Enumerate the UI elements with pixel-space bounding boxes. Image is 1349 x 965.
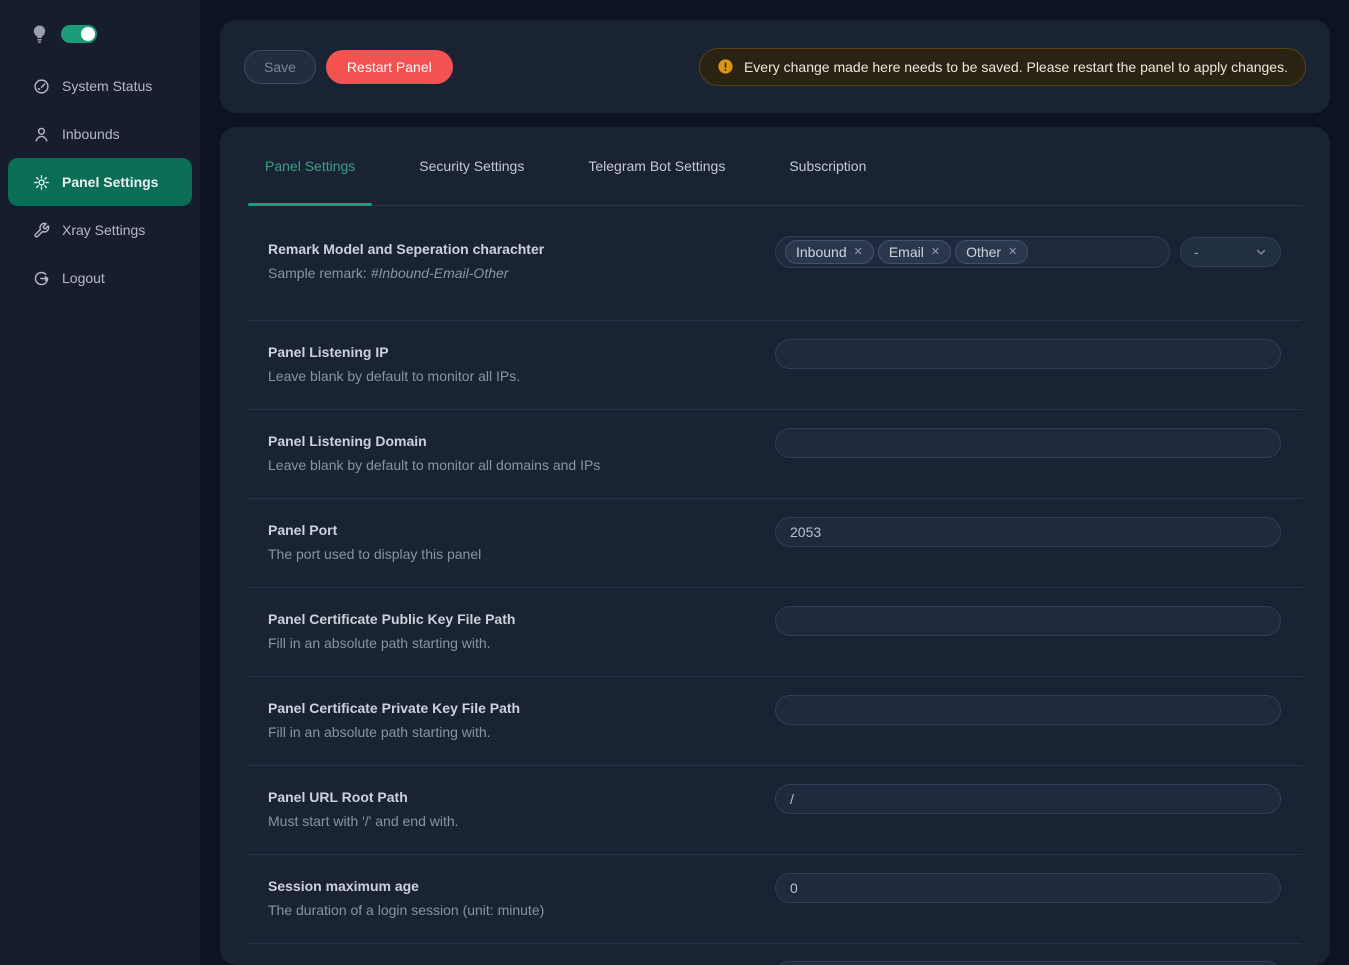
field-label: Panel Certificate Private Key File Path: [268, 697, 775, 719]
gear-icon: [33, 174, 50, 191]
field-description: Leave blank by default to monitor all IP…: [268, 365, 775, 387]
field-description: The port used to display this panel: [268, 543, 775, 565]
cert-public-key-input[interactable]: [775, 606, 1281, 636]
cert-private-key-input[interactable]: [775, 695, 1281, 725]
field-label: Panel Listening Domain: [268, 430, 775, 452]
sidebar-item-label: Xray Settings: [62, 222, 145, 238]
panel-port-input[interactable]: [775, 517, 1281, 547]
session-max-age-input[interactable]: [775, 873, 1281, 903]
tag-inbound: Inbound✕: [785, 240, 874, 264]
form-row-partial: [248, 944, 1302, 965]
tag-remove-icon[interactable]: ✕: [931, 247, 940, 258]
sidebar: System Status Inbounds Panel Settings Xr…: [0, 0, 200, 965]
sidebar-item-label: System Status: [62, 78, 152, 94]
dashboard-icon: [33, 78, 50, 95]
alert-text: Every change made here needs to be saved…: [744, 59, 1288, 75]
field-description: Fill in an absolute path starting with.: [268, 632, 775, 654]
url-root-path-input[interactable]: [775, 784, 1281, 814]
field-label: Panel URL Root Path: [268, 786, 775, 808]
form-row-remark-model: Remark Model and Seperation charachter S…: [248, 206, 1302, 321]
sidebar-item-label: Panel Settings: [62, 174, 158, 190]
listening-ip-input[interactable]: [775, 339, 1281, 369]
select-value: -: [1194, 244, 1199, 260]
main-content: Save Restart Panel Every change made her…: [200, 0, 1349, 965]
field-label: Session maximum age: [268, 875, 775, 897]
chevron-down-icon: [1255, 246, 1267, 258]
wrench-icon: [33, 222, 50, 239]
form-row-cert-private-key: Panel Certificate Private Key File Path …: [248, 677, 1302, 766]
tab-security-settings[interactable]: Security Settings: [402, 127, 541, 205]
field-label: Panel Port: [268, 519, 775, 541]
remark-tags-input[interactable]: Inbound✕ Email✕ Other✕: [775, 236, 1170, 268]
bulb-icon: [31, 24, 48, 44]
form-row-cert-public-key: Panel Certificate Public Key File Path F…: [248, 588, 1302, 677]
sidebar-item-panel-settings[interactable]: Panel Settings: [8, 158, 192, 206]
sidebar-item-inbounds[interactable]: Inbounds: [0, 110, 200, 158]
field-description: Leave blank by default to monitor all do…: [268, 454, 775, 476]
field-label: Panel Listening IP: [268, 341, 775, 363]
field-description: The duration of a login session (unit: m…: [268, 899, 775, 921]
tab-subscription[interactable]: Subscription: [772, 127, 883, 205]
form-row-listening-domain: Panel Listening Domain Leave blank by de…: [248, 410, 1302, 499]
sidebar-nav: System Status Inbounds Panel Settings Xr…: [0, 62, 200, 302]
logout-icon: [33, 270, 50, 287]
listening-domain-input[interactable]: [775, 428, 1281, 458]
field-label: Panel Certificate Public Key File Path: [268, 608, 775, 630]
field-description: Must start with '/' and end with.: [268, 810, 775, 832]
sidebar-item-system-status[interactable]: System Status: [0, 62, 200, 110]
separator-select[interactable]: -: [1180, 237, 1281, 267]
form-row-listening-ip: Panel Listening IP Leave blank by defaul…: [248, 321, 1302, 410]
sidebar-item-label: Logout: [62, 270, 105, 286]
field-label: Remark Model and Seperation charachter: [268, 238, 775, 260]
sidebar-item-label: Inbounds: [62, 126, 120, 142]
tab-panel-settings[interactable]: Panel Settings: [248, 127, 372, 205]
settings-card: Panel Settings Security Settings Telegra…: [220, 127, 1330, 965]
tag-remove-icon[interactable]: ✕: [854, 247, 863, 258]
restart-panel-button[interactable]: Restart Panel: [326, 50, 453, 84]
tag-email: Email✕: [878, 240, 951, 264]
field-description: Fill in an absolute path starting with.: [268, 721, 775, 743]
field-description: Sample remark: #Inbound-Email-Other: [268, 262, 775, 284]
tab-telegram-bot-settings[interactable]: Telegram Bot Settings: [571, 127, 742, 205]
theme-toggle-knob: [81, 27, 95, 41]
tag-remove-icon[interactable]: ✕: [1008, 247, 1017, 258]
toolbar-card: Save Restart Panel Every change made her…: [220, 20, 1330, 113]
save-button[interactable]: Save: [244, 50, 316, 84]
restart-warning-alert: Every change made here needs to be saved…: [699, 48, 1306, 86]
sidebar-item-logout[interactable]: Logout: [0, 254, 200, 302]
warning-icon: [717, 58, 734, 75]
form-row-panel-port: Panel Port The port used to display this…: [248, 499, 1302, 588]
partial-row-input[interactable]: [775, 961, 1281, 965]
user-icon: [33, 126, 50, 143]
tab-bar: Panel Settings Security Settings Telegra…: [248, 127, 1302, 206]
theme-row: [0, 16, 200, 52]
form-row-session-max-age: Session maximum age The duration of a lo…: [248, 855, 1302, 944]
theme-toggle[interactable]: [61, 25, 97, 43]
form-row-url-root-path: Panel URL Root Path Must start with '/' …: [248, 766, 1302, 855]
sidebar-item-xray-settings[interactable]: Xray Settings: [0, 206, 200, 254]
sample-remark: #Inbound-Email-Other: [371, 265, 509, 281]
tag-other: Other✕: [955, 240, 1028, 264]
